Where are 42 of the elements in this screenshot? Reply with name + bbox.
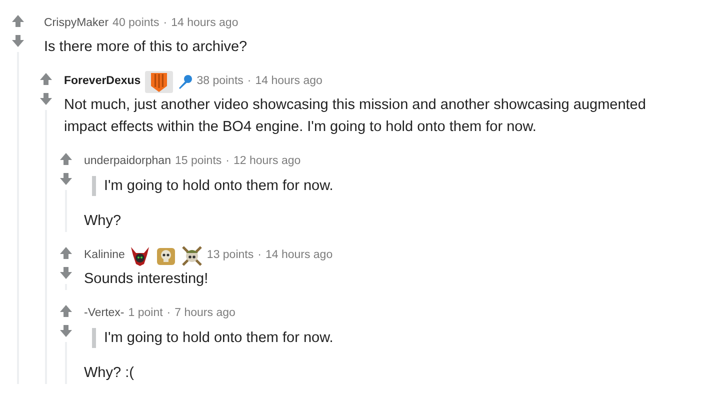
horned-emblem-icon — [128, 245, 151, 267]
comment-time: 14 hours ago — [255, 74, 322, 90]
upvote-icon[interactable] — [59, 152, 73, 166]
separator-dot: · — [247, 74, 252, 90]
comment-time: 14 hours ago — [265, 248, 333, 264]
separator-dot: · — [163, 16, 168, 32]
microphone-icon — [176, 74, 193, 90]
username-link[interactable]: CrispyMaker — [44, 15, 109, 33]
downvote-icon[interactable] — [59, 172, 73, 186]
upvote-icon[interactable] — [11, 14, 25, 28]
downvote-icon[interactable] — [11, 34, 25, 48]
comment-score: 13 points — [206, 248, 254, 264]
comment-time: 12 hours ago — [234, 154, 301, 170]
separator-dot: · — [166, 306, 171, 322]
comment-text: Is there more of this to archive? — [44, 38, 248, 57]
upvote-icon[interactable] — [39, 72, 53, 86]
username-link[interactable]: underpaidorphan — [84, 153, 171, 171]
comment-time: 7 hours ago — [174, 306, 236, 322]
quoted-text: I'm going to hold onto them for now. — [92, 176, 703, 196]
username-link[interactable]: Kalinine — [84, 247, 125, 265]
quoted-text: I'm going to hold onto them for now. — [92, 328, 703, 348]
username-link[interactable]: ForeverDexus — [64, 73, 141, 91]
downvote-icon[interactable] — [59, 266, 73, 280]
downvote-icon[interactable] — [59, 324, 73, 338]
comment-score: 40 points — [112, 16, 160, 32]
comment-text: Sounds interesting! — [84, 270, 210, 289]
comment-text: Why? :( — [84, 364, 135, 383]
comment-time: 14 hours ago — [171, 16, 238, 32]
skull-emblem-icon — [154, 245, 177, 267]
comment-score: 38 points — [196, 74, 244, 90]
upvote-icon[interactable] — [59, 304, 73, 318]
upvote-icon[interactable] — [59, 246, 73, 260]
comment-text: Not much, just another video showcasing this mission and another showcasing augmented impact effects within the BO4 engine. I'm going to hold onto them for now. — [64, 96, 647, 137]
separator-dot: · — [258, 248, 262, 264]
downvote-icon[interactable] — [39, 92, 53, 106]
comment-text: Why? — [84, 212, 122, 231]
skull-emblem-icon — [180, 245, 203, 267]
separator-dot: · — [226, 154, 230, 170]
comment-score: 15 points — [174, 154, 222, 170]
comment-score: 1 point — [128, 306, 163, 322]
username-link[interactable]: -Vertex- — [84, 305, 124, 323]
shield-flair-icon — [144, 71, 173, 93]
